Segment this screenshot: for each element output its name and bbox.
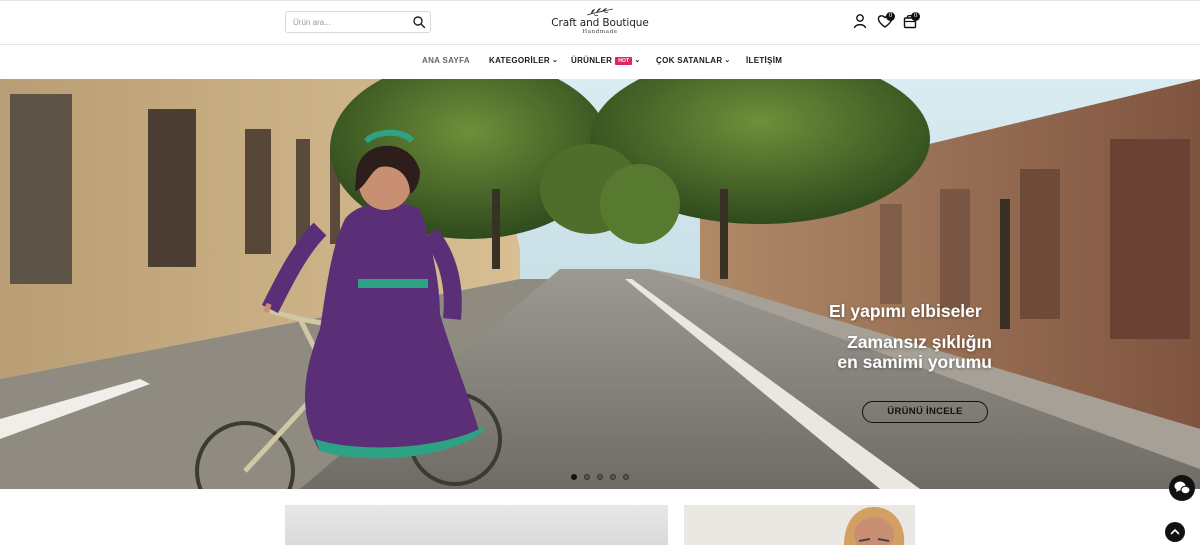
slider-dot[interactable] bbox=[571, 474, 577, 480]
nav-item-label: KATEGORİLER bbox=[489, 56, 550, 65]
wishlist-count-badge: 0 bbox=[886, 12, 895, 21]
nav-item-home[interactable]: ANA SAYFA bbox=[422, 45, 470, 79]
hero-heading: El yapımı elbiseler bbox=[829, 301, 982, 321]
nav-item-label: ANA SAYFA bbox=[422, 56, 470, 65]
nav-item-contact[interactable]: İLETİŞİM bbox=[746, 45, 782, 79]
hero-subheading: Zamansız şıklığın en samimi yorumu bbox=[837, 332, 992, 372]
back-to-top-button[interactable] bbox=[1165, 522, 1185, 542]
site-logo[interactable]: Craft and Boutique Handmade bbox=[548, 6, 652, 40]
chevron-up-icon bbox=[1170, 529, 1180, 535]
slider-dot[interactable] bbox=[610, 474, 616, 480]
chat-button[interactable] bbox=[1169, 475, 1195, 501]
slider-dot[interactable] bbox=[623, 474, 629, 480]
logo-title: Craft and Boutique bbox=[551, 17, 649, 29]
search-input[interactable] bbox=[286, 12, 411, 33]
chevron-down-icon: ⌄ bbox=[634, 57, 641, 64]
nav-item-label: ÇOK SATANLAR bbox=[656, 56, 723, 65]
site-header: Craft and Boutique Handmade 0 0 bbox=[0, 0, 1200, 45]
model-photo bbox=[844, 507, 905, 545]
hero-image bbox=[0, 79, 1200, 489]
category-banner[interactable] bbox=[684, 505, 915, 545]
cart-count-badge: 0 bbox=[911, 12, 920, 21]
chevron-down-icon: ⌄ bbox=[724, 57, 731, 64]
search-icon[interactable] bbox=[412, 15, 426, 29]
nav-item-categories[interactable]: KATEGORİLER ⌄ bbox=[489, 45, 558, 79]
nav-item-best-sellers[interactable]: ÇOK SATANLAR ⌄ bbox=[656, 45, 731, 79]
chevron-down-icon: ⌄ bbox=[551, 57, 559, 64]
nav-item-products[interactable]: ÜRÜNLER HOT ⌄ bbox=[571, 45, 641, 79]
category-banner[interactable] bbox=[285, 505, 668, 545]
hero-slider: El yapımı elbiseler Zamansız şıklığın en… bbox=[0, 79, 1200, 489]
search-box bbox=[285, 11, 431, 33]
leaf-logo-icon bbox=[586, 8, 614, 17]
user-icon[interactable] bbox=[852, 13, 868, 29]
nav-item-label: İLETİŞİM bbox=[746, 56, 783, 65]
hot-badge: HOT bbox=[615, 57, 633, 65]
slider-dot[interactable] bbox=[597, 474, 603, 480]
main-navigation: ANA SAYFA KATEGORİLER ⌄ ÜRÜNLER HOT ⌄ ÇOK S… bbox=[0, 45, 1200, 79]
view-product-button[interactable]: ÜRÜNÜ İNCELE bbox=[862, 401, 988, 423]
chat-icon bbox=[1174, 481, 1191, 495]
slider-dot[interactable] bbox=[584, 474, 590, 480]
nav-item-label: ÜRÜNLER bbox=[571, 56, 613, 65]
logo-subtitle: Handmade bbox=[582, 29, 618, 35]
